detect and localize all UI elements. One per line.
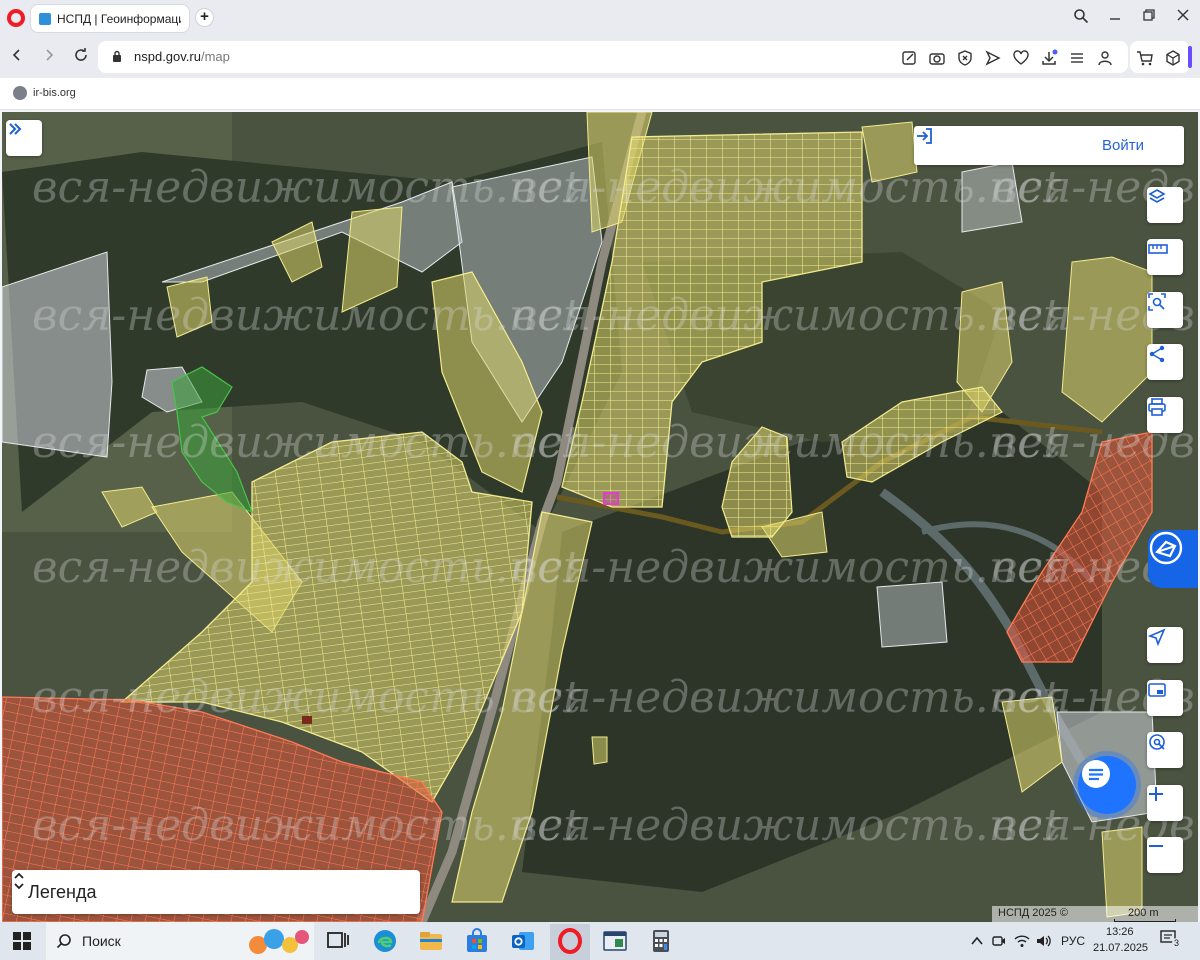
search-label: Поиск bbox=[82, 933, 121, 949]
area-select-button[interactable] bbox=[1147, 292, 1183, 328]
heart-icon[interactable] bbox=[1012, 49, 1030, 67]
bookmark-bar bbox=[0, 78, 1200, 110]
minimap-icon bbox=[1148, 683, 1166, 697]
edge-icon[interactable] bbox=[372, 928, 398, 954]
edit-page-icon[interactable] bbox=[900, 49, 918, 67]
app-window-icon[interactable] bbox=[602, 928, 628, 954]
task-view-icon[interactable] bbox=[325, 928, 351, 954]
search-highlight-art-icon bbox=[249, 929, 309, 954]
clock-date[interactable]: 21.07.2025 bbox=[1093, 942, 1148, 954]
parcel-gray[interactable] bbox=[961, 161, 1023, 233]
cart-icon[interactable] bbox=[1136, 49, 1154, 67]
notification-count: 3 bbox=[1172, 938, 1182, 948]
url-host: nspd.gov.ru bbox=[134, 49, 201, 64]
input-language[interactable]: РУС bbox=[1061, 934, 1085, 948]
login-icon bbox=[917, 128, 932, 144]
browser-tab[interactable]: НСПД | Геоинформацион bbox=[31, 5, 189, 32]
layers-button[interactable] bbox=[1147, 187, 1183, 223]
meet-now-icon[interactable] bbox=[992, 934, 1006, 948]
print-icon bbox=[1148, 398, 1166, 416]
parcel-yellow[interactable] bbox=[1101, 826, 1143, 918]
navigate-icon bbox=[1147, 628, 1166, 647]
map-attribution: НСПД 2025 © 200 m bbox=[992, 906, 1198, 922]
download-icon[interactable] bbox=[1040, 49, 1058, 67]
tab-favicon-icon bbox=[39, 12, 51, 25]
back-icon[interactable] bbox=[6, 47, 28, 69]
profile-icon[interactable] bbox=[1096, 49, 1114, 67]
scale-label: 200 m bbox=[1128, 907, 1159, 919]
wifi-icon[interactable] bbox=[1014, 934, 1030, 948]
parcel-yellow[interactable] bbox=[861, 121, 918, 183]
clock-time[interactable]: 13:26 bbox=[1106, 926, 1134, 938]
chat-icon bbox=[1082, 760, 1110, 788]
windows-start-icon[interactable] bbox=[12, 931, 32, 951]
zoom-in-button[interactable] bbox=[1147, 785, 1183, 821]
browser-search-icon[interactable] bbox=[1070, 8, 1092, 28]
outlook-icon[interactable] bbox=[510, 928, 536, 954]
parcel-dark[interactable] bbox=[302, 716, 312, 724]
ruler-button[interactable] bbox=[1147, 239, 1183, 275]
zoom-out-button[interactable] bbox=[1147, 837, 1183, 873]
zoom-in-icon bbox=[1149, 787, 1163, 801]
zoom-out-icon bbox=[1149, 845, 1163, 847]
extension-cube-icon[interactable] bbox=[1164, 49, 1182, 67]
expand-collapse-icon[interactable] bbox=[12, 870, 26, 892]
tray-chevron-up-icon[interactable] bbox=[970, 934, 984, 948]
notification-center[interactable]: 3 bbox=[1160, 930, 1184, 950]
new-tab-button[interactable]: + bbox=[196, 9, 213, 26]
shield-icon[interactable] bbox=[956, 49, 974, 67]
geo-search-button[interactable] bbox=[1147, 732, 1183, 768]
geo-search-icon bbox=[1149, 734, 1165, 750]
selected-parcel[interactable] bbox=[603, 492, 619, 505]
chat-button[interactable] bbox=[1078, 756, 1136, 814]
print-button[interactable] bbox=[1147, 397, 1183, 433]
parcel-gray[interactable] bbox=[2, 251, 113, 458]
map-view[interactable]: вся-недвижимость.net вся-недвижимость.ne… bbox=[2, 112, 1198, 922]
browser-titlebar: НСПД | Геоинформацион + bbox=[0, 0, 1200, 36]
parcel-gray[interactable] bbox=[876, 581, 948, 648]
calculator-icon[interactable] bbox=[648, 928, 674, 954]
login-label: Войти bbox=[1102, 137, 1144, 154]
nspd-logo-icon bbox=[1149, 531, 1183, 565]
ruler-icon bbox=[1148, 244, 1168, 254]
share-icon bbox=[1149, 345, 1165, 363]
nspd-assistant-button[interactable] bbox=[1148, 530, 1198, 588]
taskbar-search[interactable]: Поиск bbox=[46, 922, 314, 960]
sidebar-accent bbox=[1188, 46, 1192, 68]
close-window-icon[interactable] bbox=[1172, 8, 1194, 28]
area-select-icon bbox=[1148, 293, 1166, 311]
file-explorer-icon[interactable] bbox=[418, 928, 444, 954]
double-chevron-right-icon bbox=[9, 123, 22, 135]
share-button[interactable] bbox=[1147, 344, 1183, 380]
url-path: /map bbox=[200, 49, 230, 64]
microsoft-store-icon[interactable] bbox=[464, 928, 490, 954]
login-button[interactable]: Войти bbox=[914, 126, 1184, 165]
opera-logo-icon[interactable] bbox=[7, 9, 25, 27]
camera-icon[interactable] bbox=[928, 49, 946, 67]
legend-title: Легенда bbox=[28, 882, 97, 902]
forward-icon[interactable] bbox=[38, 47, 60, 69]
easy-setup-icon[interactable] bbox=[1068, 49, 1086, 67]
restore-icon[interactable] bbox=[1138, 8, 1160, 28]
bookmark-favicon-icon bbox=[13, 86, 27, 100]
volume-icon[interactable] bbox=[1036, 934, 1052, 948]
url-text[interactable]: nspd.gov.ru/map bbox=[134, 49, 230, 64]
tab-title: НСПД | Геоинформацион bbox=[57, 11, 181, 26]
search-icon bbox=[56, 934, 71, 949]
lock-icon bbox=[113, 50, 121, 62]
reload-icon[interactable] bbox=[70, 47, 92, 69]
parcel-yellow[interactable] bbox=[591, 736, 608, 765]
navigate-button[interactable] bbox=[1147, 627, 1183, 663]
legend-panel[interactable]: Легенда bbox=[12, 870, 420, 914]
opera-taskbar-icon[interactable] bbox=[557, 928, 583, 954]
copyright-text: НСПД 2025 © bbox=[998, 907, 1068, 919]
satellite-map[interactable] bbox=[2, 112, 1198, 922]
minimize-icon[interactable] bbox=[1104, 8, 1126, 28]
expand-panel-button[interactable] bbox=[6, 120, 42, 156]
send-icon[interactable] bbox=[984, 49, 1002, 67]
bookmark-link[interactable]: ir-bis.org bbox=[33, 87, 76, 99]
layers-icon bbox=[1148, 189, 1166, 203]
minimap-button[interactable] bbox=[1147, 680, 1183, 716]
